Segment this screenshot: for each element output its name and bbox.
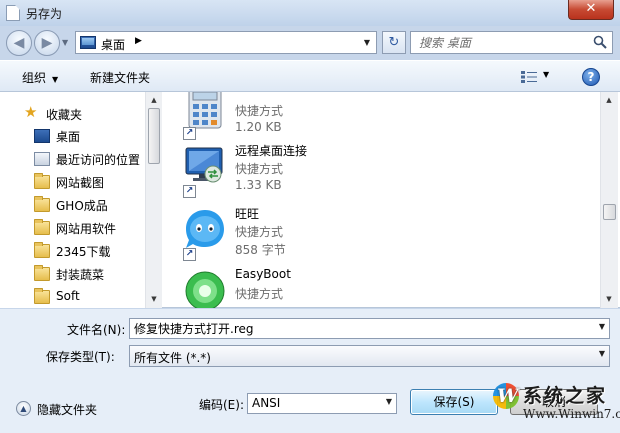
browser-area: ★ 收藏夹 桌面 最近访问的位置 网站截图 GHO成品 网站用软件 2345下载… xyxy=(0,92,620,308)
address-bar[interactable]: 桌面 ▶ ▼ xyxy=(75,31,377,54)
easyboot-icon xyxy=(185,271,225,308)
title-bar[interactable]: 另存为 ✕ xyxy=(0,0,620,26)
folder-icon xyxy=(34,242,50,258)
sidebar-item-label: 2345下载 xyxy=(56,245,111,259)
chevron-down-icon: ▼ xyxy=(385,397,392,406)
desktop-icon xyxy=(34,129,50,143)
window-title: 另存为 xyxy=(26,7,63,21)
close-button[interactable]: ✕ xyxy=(568,0,614,20)
search-box[interactable] xyxy=(410,31,613,54)
file-size: 858 字节 xyxy=(235,243,286,257)
chevron-down-icon: ▼ xyxy=(598,349,605,358)
recent-locations-button[interactable]: ▼ xyxy=(62,38,72,48)
shortcut-arrow-icon: ↗ xyxy=(183,248,196,261)
scroll-down-button[interactable]: ▼ xyxy=(601,291,617,307)
file-type: 快捷方式 xyxy=(235,162,284,176)
scrollbar-thumb[interactable] xyxy=(148,108,160,164)
document-icon xyxy=(6,5,20,21)
sidebar-item-label: GHO成品 xyxy=(56,199,108,213)
file-item-wangwang[interactable]: ↗ 旺旺 快捷方式 858 字节 xyxy=(183,205,403,261)
chevron-right-icon[interactable]: ▶ xyxy=(135,36,142,46)
shortcut-arrow-icon: ↗ xyxy=(183,185,196,198)
wangwang-icon xyxy=(186,210,224,248)
encoding-select[interactable]: ANSI ▼ xyxy=(247,393,397,414)
address-location[interactable]: 桌面 xyxy=(101,36,125,53)
file-type: 快捷方式 xyxy=(235,225,284,239)
file-type: 快捷方式 xyxy=(235,287,284,301)
sidebar-item-label: Soft xyxy=(56,289,80,303)
folder-icon xyxy=(34,265,50,281)
watermark-mark: W xyxy=(497,385,519,407)
file-item-calculator[interactable]: ↗ 快捷方式 1.20 KB xyxy=(183,92,403,140)
file-name: EasyBoot xyxy=(235,267,291,281)
search-input[interactable] xyxy=(419,35,589,50)
file-name: 远程桌面连接 xyxy=(235,144,308,158)
calculator-icon xyxy=(188,92,222,129)
remote-desktop-icon xyxy=(185,147,223,183)
recent-places-icon xyxy=(34,152,50,166)
new-folder-button[interactable]: 新建文件夹 xyxy=(90,69,150,86)
scrollbar-thumb[interactable] xyxy=(603,204,616,220)
watermark: W 系统之家 Www.Winwin7.com xyxy=(453,377,620,433)
filetype-value: 所有文件 (*.*) xyxy=(134,351,211,365)
sidebar-item-label: 网站用软件 xyxy=(56,222,117,236)
command-bar: 组织 ▼ 新建文件夹 ▼ ? xyxy=(0,60,620,92)
shortcut-arrow-icon: ↗ xyxy=(183,127,196,140)
filename-label: 文件名(N): xyxy=(67,323,126,337)
refresh-button[interactable]: ↻ xyxy=(382,31,406,54)
filetype-label: 保存类型(T): xyxy=(46,350,115,364)
folder-icon xyxy=(34,173,50,189)
watermark-url: Www.Winwin7.com xyxy=(523,407,620,421)
address-row: ◀ ▶ ▼ 桌面 ▶ ▼ ↻ xyxy=(0,26,620,60)
back-button[interactable]: ◀ xyxy=(6,30,32,56)
desktop-icon xyxy=(80,36,96,49)
sidebar-item-label: 封装蔬菜 xyxy=(56,268,105,282)
search-icon[interactable] xyxy=(593,35,607,49)
encoding-value: ANSI xyxy=(252,396,281,410)
view-options-icon[interactable] xyxy=(520,70,538,84)
file-list-scrollbar[interactable]: ▲ ▼ xyxy=(600,92,618,308)
star-icon: ★ xyxy=(24,103,38,121)
collapse-icon: ▲ xyxy=(16,401,31,416)
sidebar-item-label: 桌面 xyxy=(56,130,81,144)
file-item-easyboot[interactable]: EasyBoot 快捷方式 xyxy=(183,267,403,308)
file-list: ↗ 快捷方式 1.20 KB ↗ 远程桌面连接 快捷方式 1.33 KB ↗ 旺… xyxy=(163,92,600,308)
filename-input[interactable] xyxy=(134,321,589,336)
encoding-label: 编码(E): xyxy=(199,398,244,412)
folder-icon xyxy=(34,288,50,304)
forward-button[interactable]: ▶ xyxy=(34,30,60,56)
file-item-remote-desktop[interactable]: ↗ 远程桌面连接 快捷方式 1.33 KB xyxy=(183,142,403,198)
file-name: 旺旺 xyxy=(235,207,260,221)
chevron-down-icon: ▼ xyxy=(52,75,59,84)
sidebar-item-label: 最近访问的位置 xyxy=(56,153,141,167)
navigation-scrollbar[interactable]: ▲ ▼ xyxy=(145,92,162,308)
hide-folders-label: 隐藏文件夹 xyxy=(37,403,98,417)
file-type: 快捷方式 xyxy=(235,104,284,118)
folder-icon xyxy=(34,196,50,212)
file-size: 1.33 KB xyxy=(235,178,282,192)
organize-button[interactable]: 组织 ▼ xyxy=(22,69,58,86)
chevron-down-icon[interactable]: ▼ xyxy=(599,322,605,331)
help-button[interactable]: ? xyxy=(582,68,600,86)
filename-field[interactable]: ▼ xyxy=(129,318,610,339)
address-dropdown-button[interactable]: ▼ xyxy=(360,35,374,50)
save-as-dialog: 另存为 ✕ ◀ ▶ ▼ 桌面 ▶ ▼ ↻ 组织 ▼ 新建文件夹 xyxy=(0,0,620,433)
scroll-up-button[interactable]: ▲ xyxy=(601,92,617,108)
organize-label: 组织 xyxy=(22,71,47,85)
view-dropdown-icon[interactable]: ▼ xyxy=(543,70,549,79)
sidebar-item-label: 收藏夹 xyxy=(46,108,83,122)
filetype-select[interactable]: 所有文件 (*.*) ▼ xyxy=(129,345,610,367)
scroll-up-button[interactable]: ▲ xyxy=(146,92,162,108)
navigation-pane: ★ 收藏夹 桌面 最近访问的位置 网站截图 GHO成品 网站用软件 2345下载… xyxy=(0,92,160,308)
scroll-down-button[interactable]: ▼ xyxy=(146,291,162,307)
file-size: 1.20 KB xyxy=(235,120,282,134)
folder-icon xyxy=(34,219,50,235)
sidebar-item-label: 网站截图 xyxy=(56,176,105,190)
watermark-title: 系统之家 xyxy=(523,385,608,407)
